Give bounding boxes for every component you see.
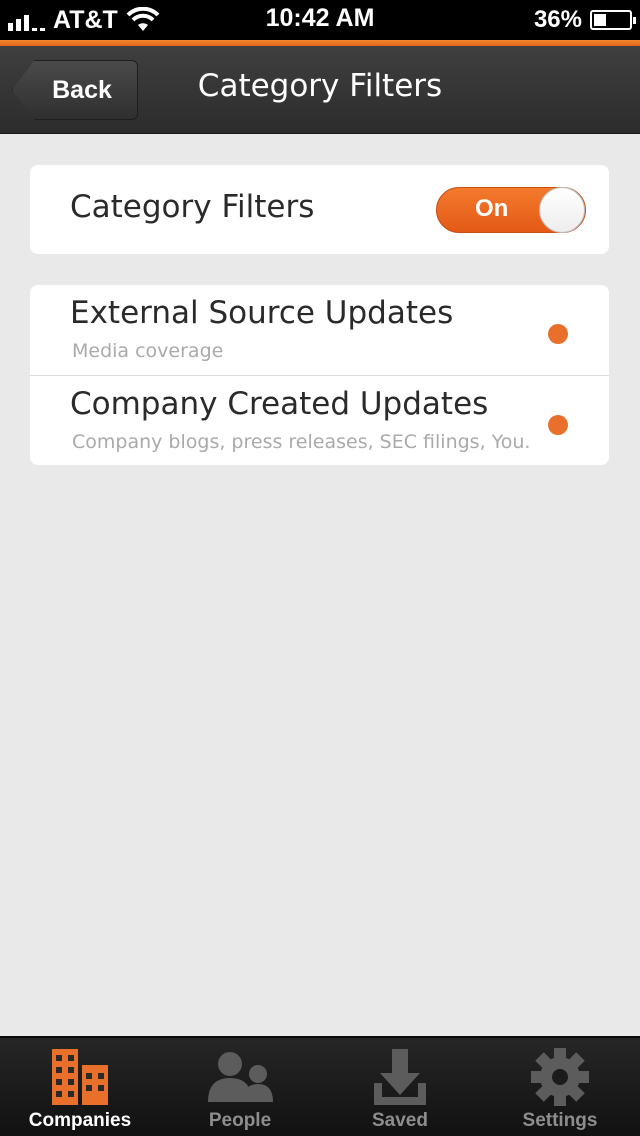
- category-filters-switch[interactable]: On: [436, 187, 586, 233]
- people-icon: [205, 1046, 275, 1108]
- tab-label: People: [208, 1110, 272, 1131]
- page-title: Category Filters: [197, 68, 443, 104]
- category-list: External Source Updates Media coverage C…: [30, 285, 609, 465]
- category-filters-label: Category Filters: [70, 189, 315, 225]
- list-item-title: Company Created Updates: [70, 386, 489, 422]
- tab-companies[interactable]: Companies: [0, 1038, 160, 1136]
- battery-level-fill: [594, 14, 607, 26]
- download-tray-icon: [365, 1046, 435, 1108]
- list-item-external-source-updates[interactable]: External Source Updates Media coverage: [30, 285, 609, 375]
- list-item-title: External Source Updates: [70, 295, 454, 331]
- battery-icon: [590, 10, 636, 30]
- gear-icon: [525, 1046, 595, 1108]
- navigation-bar: Back Category Filters: [0, 46, 640, 134]
- tab-label: Companies: [28, 1110, 132, 1131]
- tab-label: Saved: [372, 1110, 428, 1131]
- status-right: 36%: [533, 5, 636, 35]
- switch-knob[interactable]: [539, 187, 585, 233]
- category-filters-toggle-card: Category Filters On: [30, 165, 609, 254]
- selected-dot-icon: [548, 324, 568, 344]
- list-item-subtitle: Media coverage: [72, 340, 224, 362]
- selected-dot-icon: [548, 415, 568, 435]
- buildings-icon: [45, 1046, 115, 1108]
- tab-bar: Companies People Saved Settings: [0, 1036, 640, 1136]
- switch-state-label: On: [475, 195, 509, 222]
- tab-label: Settings: [522, 1110, 598, 1131]
- screen: AT&T 10:42 AM 36% Back Category Filters …: [0, 0, 640, 1136]
- battery-percent: 36%: [533, 6, 582, 33]
- list-item-company-created-updates[interactable]: Company Created Updates Company blogs, p…: [30, 375, 609, 465]
- status-bar: AT&T 10:42 AM 36%: [0, 0, 640, 40]
- tab-people[interactable]: People: [160, 1038, 320, 1136]
- list-item-subtitle: Company blogs, press releases, SEC filin…: [72, 431, 532, 453]
- tab-settings[interactable]: Settings: [480, 1038, 640, 1136]
- tab-saved[interactable]: Saved: [320, 1038, 480, 1136]
